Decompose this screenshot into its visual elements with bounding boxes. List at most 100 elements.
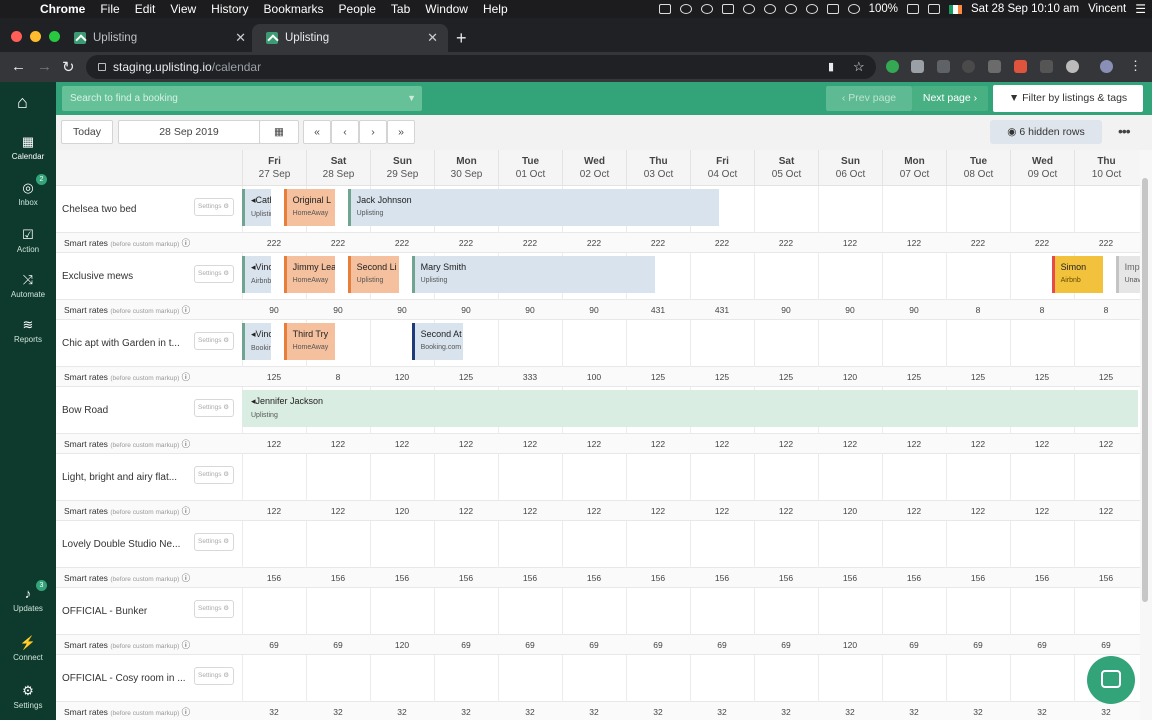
user-name[interactable]: Vincent <box>1088 3 1126 15</box>
info-icon[interactable]: ⓘ <box>179 238 191 248</box>
booking-bar[interactable]: Second Li Uplisting <box>347 256 399 293</box>
hidden-rows-button[interactable]: ◉ 6 hidden rows <box>990 120 1102 144</box>
last-page-button[interactable]: » <box>387 120 415 144</box>
camera-icon[interactable]: ▮ <box>828 60 834 73</box>
menu-bookmarks[interactable]: Bookmarks <box>264 2 324 16</box>
rate-cell[interactable]: 69 <box>946 635 1010 655</box>
rate-cell[interactable]: 122 <box>306 434 370 454</box>
rate-cell[interactable]: 122 <box>1010 434 1074 454</box>
rate-cell[interactable]: 125 <box>434 367 498 387</box>
extension-icon[interactable] <box>1014 60 1027 73</box>
grid-scrollbar[interactable] <box>1140 150 1152 720</box>
rate-cell[interactable]: 69 <box>306 635 370 655</box>
rate-cell[interactable]: 122 <box>1010 501 1074 521</box>
rate-cell[interactable]: 90 <box>370 300 434 320</box>
rate-cell[interactable]: 32 <box>754 702 818 720</box>
booking-bar[interactable]: Original L HomeAway <box>283 189 335 226</box>
rate-cell[interactable]: 8 <box>1010 300 1074 320</box>
rate-cell[interactable]: 122 <box>882 434 946 454</box>
sidebar-item-updates[interactable]: ♪ Updates 3 <box>0 580 56 613</box>
browser-tab[interactable]: Uplisting ✕ <box>60 24 256 52</box>
listing-settings-button[interactable]: Settings ⚙ <box>194 265 234 283</box>
listing-name[interactable]: OFFICIAL - Cosy room in ... <box>62 655 187 702</box>
info-icon[interactable]: ⓘ <box>179 372 191 382</box>
rate-cell[interactable]: 122 <box>754 501 818 521</box>
rate-cell[interactable]: 122 <box>242 501 306 521</box>
rate-cell[interactable]: 32 <box>1074 702 1138 720</box>
rate-cell[interactable]: 156 <box>626 568 690 588</box>
rate-cell[interactable]: 222 <box>754 233 818 253</box>
listing-name[interactable]: OFFICIAL - Bunker <box>62 588 187 635</box>
rate-cell[interactable]: 8 <box>946 300 1010 320</box>
rate-cell[interactable]: 32 <box>370 702 434 720</box>
rate-cell[interactable]: 156 <box>562 568 626 588</box>
menu-chrome[interactable]: Chrome <box>40 2 85 16</box>
listing-name[interactable]: Chic apt with Garden in t... <box>62 320 187 367</box>
sidebar-item-inbox[interactable]: ◎ Inbox 2 <box>0 174 56 207</box>
rate-cell[interactable]: 100 <box>562 367 626 387</box>
more-options-icon[interactable]: ••• <box>1118 123 1131 139</box>
rate-cell[interactable]: 32 <box>562 702 626 720</box>
flag-icon[interactable] <box>949 4 962 14</box>
info-icon[interactable]: ⓘ <box>179 573 191 583</box>
listing-settings-button[interactable]: Settings ⚙ <box>194 466 234 484</box>
menu-view[interactable]: View <box>170 2 196 16</box>
extension-icon[interactable] <box>911 60 924 73</box>
zoom-window-button[interactable] <box>49 31 60 42</box>
close-tab-icon[interactable]: ✕ <box>235 30 246 46</box>
rate-cell[interactable]: 122 <box>626 434 690 454</box>
listing-settings-button[interactable]: Settings ⚙ <box>194 533 234 551</box>
rate-cell[interactable]: 32 <box>498 702 562 720</box>
rate-cell[interactable]: 90 <box>242 300 306 320</box>
today-button[interactable]: Today <box>61 120 113 144</box>
rate-cell[interactable]: 90 <box>818 300 882 320</box>
rate-cell[interactable]: 122 <box>946 501 1010 521</box>
listing-name[interactable]: Lovely Double Studio Ne... <box>62 521 187 568</box>
rate-cell[interactable]: 125 <box>946 367 1010 387</box>
rate-cell[interactable]: 32 <box>306 702 370 720</box>
rate-cell[interactable]: 222 <box>1074 233 1138 253</box>
rate-cell[interactable]: 122 <box>306 501 370 521</box>
rate-cell[interactable]: 125 <box>882 367 946 387</box>
listing-settings-button[interactable]: Settings ⚙ <box>194 399 234 417</box>
rate-cell[interactable]: 333 <box>498 367 562 387</box>
rate-cell[interactable]: 125 <box>1074 367 1138 387</box>
rate-cell[interactable]: 32 <box>882 702 946 720</box>
rate-cell[interactable]: 32 <box>434 702 498 720</box>
rate-cell[interactable]: 69 <box>562 635 626 655</box>
rate-cell[interactable]: 90 <box>882 300 946 320</box>
booking-bar[interactable]: ◂CathUplisting <box>242 189 271 226</box>
filter-listings-button[interactable]: ▼ Filter by listings & tags <box>993 85 1143 112</box>
rate-cell[interactable]: 69 <box>242 635 306 655</box>
rate-cell[interactable]: 120 <box>818 635 882 655</box>
booking-bar[interactable]: Second At Booking.com <box>411 323 463 360</box>
booking-bar[interactable]: Mary Smith Uplisting <box>411 256 655 293</box>
rate-cell[interactable]: 156 <box>242 568 306 588</box>
rate-cell[interactable]: 122 <box>626 501 690 521</box>
minimize-window-button[interactable] <box>30 31 41 42</box>
rate-cell[interactable]: 122 <box>882 501 946 521</box>
rate-cell[interactable]: 69 <box>434 635 498 655</box>
grammarly-extension-icon[interactable] <box>886 60 899 73</box>
rate-cell[interactable]: 32 <box>626 702 690 720</box>
volume-icon[interactable] <box>928 4 941 14</box>
rate-cell[interactable]: 156 <box>690 568 754 588</box>
moon-icon[interactable] <box>742 4 755 14</box>
menu-edit[interactable]: Edit <box>135 2 156 16</box>
rate-cell[interactable]: 122 <box>242 434 306 454</box>
rate-cell[interactable]: 122 <box>754 434 818 454</box>
star-icon[interactable]: ☆ <box>853 59 865 75</box>
status-app-icon[interactable] <box>700 4 713 14</box>
menu-help[interactable]: Help <box>483 2 508 16</box>
rate-cell[interactable]: 122 <box>690 434 754 454</box>
rate-cell[interactable]: 122 <box>498 501 562 521</box>
booking-bar[interactable]: ◂Jennifer Jackson Uplisting <box>242 390 1138 427</box>
rate-cell[interactable]: 222 <box>1010 233 1074 253</box>
rate-cell[interactable]: 156 <box>498 568 562 588</box>
address-bar[interactable]: staging.uplisting.io/calendar <box>86 55 876 79</box>
first-page-button[interactable]: « <box>303 120 331 144</box>
rate-cell[interactable]: 120 <box>370 501 434 521</box>
rate-cell[interactable]: 122 <box>818 233 882 253</box>
rate-cell[interactable]: 156 <box>306 568 370 588</box>
listing-name[interactable]: Bow Road <box>62 387 187 434</box>
